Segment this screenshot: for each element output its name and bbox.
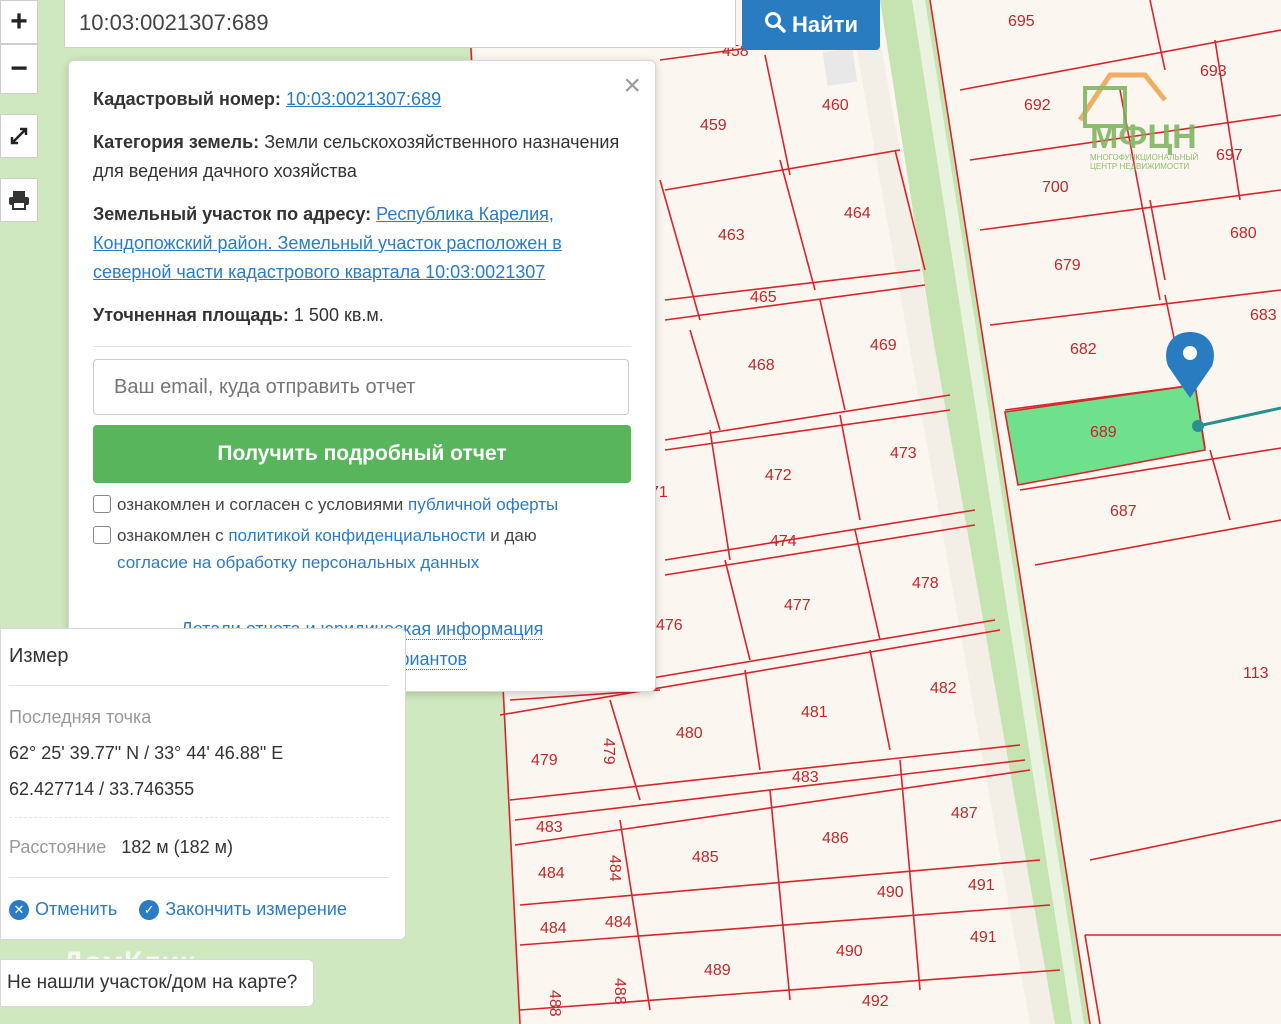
privacy-checkbox[interactable] <box>93 526 111 544</box>
parcel-label[interactable]: 484 <box>538 865 565 882</box>
last-point-label: Последняя точка <box>9 707 152 727</box>
parcel-label[interactable]: 472 <box>765 467 792 484</box>
parcel-label[interactable]: 487 <box>951 805 978 822</box>
parcel-label[interactable]: 697 <box>1216 147 1243 164</box>
distance-label: Расстояние <box>9 837 107 857</box>
parcel-label[interactable]: 482 <box>930 680 957 697</box>
parcel-label[interactable]: 464 <box>844 205 871 222</box>
email-field[interactable] <box>93 359 629 415</box>
cancel-measure-button[interactable]: ✕ Отменить <box>9 899 117 920</box>
consent-link[interactable]: согласие на обработку персональных данны… <box>117 553 479 572</box>
search-button-label: Найти <box>792 12 858 37</box>
finish-label: Закончить измерение <box>165 899 347 919</box>
parcel-label[interactable]: 679 <box>1054 257 1081 274</box>
offer-text: ознакомлен и согласен с условиями <box>117 495 404 514</box>
close-icon[interactable]: × <box>623 71 641 101</box>
svg-text:МНОГОФУНКЦИОНАЛЬНЫЙ: МНОГОФУНКЦИОНАЛЬНЫЙ <box>1090 153 1199 162</box>
cancel-icon: ✕ <box>9 899 29 920</box>
parcel-label[interactable]: 483 <box>792 769 819 786</box>
parcel-label[interactable]: 490 <box>877 884 904 901</box>
measurement-title: Измер <box>9 645 69 667</box>
parcel-label[interactable]: 476 <box>656 617 683 634</box>
measurement-panel: Измер Последняя точка 62° 25' 39.77" N /… <box>0 628 406 940</box>
search-icon <box>764 11 786 39</box>
cadastral-number-link[interactable]: 10:03:0021307:689 <box>286 89 441 109</box>
cadastral-label: Кадастровый номер: <box>93 89 281 109</box>
not-found-label: Не нашли участок/дом на карте? <box>7 972 298 993</box>
parcel-label[interactable]: 480 <box>676 725 703 742</box>
parcel-label[interactable]: 689 <box>1090 424 1117 441</box>
parcel-label[interactable]: 478 <box>912 575 939 592</box>
parcel-label[interactable]: 683 <box>1250 307 1277 324</box>
zoom-out-button[interactable]: − <box>0 44 38 94</box>
distance-value: 182 м (182 м) <box>121 837 234 857</box>
privacy-link[interactable]: политикой конфиденциальности <box>228 526 485 545</box>
printer-icon <box>9 191 29 210</box>
get-report-button[interactable]: Получить подробный отчет <box>93 425 631 483</box>
search-button[interactable]: Найти <box>742 0 880 50</box>
coordinates-decimal: 62.427714 / 33.746355 <box>9 779 195 799</box>
parcel-label[interactable]: 687 <box>1110 503 1137 520</box>
parcel-label[interactable]: 465 <box>750 289 777 306</box>
parcel-label[interactable]: 479 <box>531 752 558 769</box>
zoom-in-button[interactable]: + <box>0 0 38 44</box>
parcel-label[interactable]: 491 <box>970 929 997 946</box>
minus-icon: − <box>10 52 28 85</box>
cadastral-search-input[interactable]: 10:03:0021307:689 <box>64 0 736 48</box>
plus-icon: + <box>10 5 28 38</box>
offer-checkbox[interactable] <box>93 495 111 513</box>
parcel-label[interactable]: 484 <box>606 855 623 882</box>
address-label: Земельный участок по адресу: <box>93 204 372 224</box>
parcel-label[interactable]: 479 <box>600 738 617 765</box>
parcel-label[interactable]: 113 <box>1243 665 1269 682</box>
parcel-label[interactable]: 682 <box>1070 341 1097 358</box>
parcel-label[interactable]: 484 <box>540 920 567 937</box>
parcel-label[interactable]: 491 <box>968 877 995 894</box>
parcel-label[interactable]: 486 <box>822 830 849 847</box>
parcel-label[interactable]: 680 <box>1230 225 1257 242</box>
category-label: Категория земель: <box>93 132 260 152</box>
parcel-label[interactable]: 490 <box>836 943 863 960</box>
fullscreen-button[interactable] <box>0 114 38 158</box>
parcel-label[interactable]: 692 <box>1024 97 1051 114</box>
parcel-info-popup: × Кадастровый номер: 10:03:0021307:689 К… <box>68 60 656 692</box>
not-found-button[interactable]: Не нашли участок/дом на карте? <box>0 959 315 1007</box>
cancel-label: Отменить <box>35 899 118 919</box>
offer-link[interactable]: публичной оферты <box>408 495 558 514</box>
parcel-label[interactable]: 483 <box>536 819 563 836</box>
coordinates-dms: 62° 25' 39.77" N / 33° 44' 46.88" E <box>9 743 284 763</box>
svg-text:МФЦН: МФЦН <box>1090 118 1197 156</box>
parcel-label[interactable]: 460 <box>822 97 849 114</box>
parcel-label[interactable]: 469 <box>870 337 897 354</box>
finish-measure-button[interactable]: ✓ Закончить измерение <box>139 899 347 920</box>
parcel-label[interactable]: 489 <box>704 962 731 979</box>
category-use: для ведения дачного хозяйства <box>93 161 357 181</box>
parcel-label[interactable]: 492 <box>862 993 889 1010</box>
parcel-label[interactable]: 695 <box>1008 13 1035 30</box>
check-icon: ✓ <box>139 899 160 920</box>
category-value: Земли сельскохозяйственного назначения <box>264 132 620 152</box>
svg-text:ЦЕНТР НЕДВИЖИМОСТИ: ЦЕНТР НЕДВИЖИМОСТИ <box>1090 162 1190 171</box>
parcel-label[interactable]: 484 <box>605 914 632 931</box>
print-button[interactable] <box>0 178 38 222</box>
parcel-label[interactable]: 488 <box>611 978 628 1005</box>
privacy-tail: и даю <box>490 526 537 545</box>
area-value: 1 500 кв.м. <box>293 305 384 325</box>
parcel-label[interactable]: 693 <box>1200 63 1227 80</box>
parcel-label[interactable]: 459 <box>700 117 727 134</box>
parcel-label[interactable]: 463 <box>718 227 745 244</box>
expand-icon <box>10 127 28 145</box>
parcel-label[interactable]: 488 <box>546 990 563 1017</box>
privacy-text: ознакомлен с <box>117 526 224 545</box>
area-label: Уточненная площадь: <box>93 305 289 325</box>
parcel-label[interactable]: 481 <box>801 704 828 721</box>
parcel-label[interactable]: 474 <box>770 533 797 550</box>
parcel-label[interactable]: 477 <box>784 597 811 614</box>
parcel-label[interactable]: 473 <box>890 445 917 462</box>
divider <box>93 346 631 347</box>
parcel-label[interactable]: 700 <box>1042 179 1069 196</box>
parcel-label[interactable]: 485 <box>692 849 719 866</box>
parcel-label[interactable]: 468 <box>748 357 775 374</box>
